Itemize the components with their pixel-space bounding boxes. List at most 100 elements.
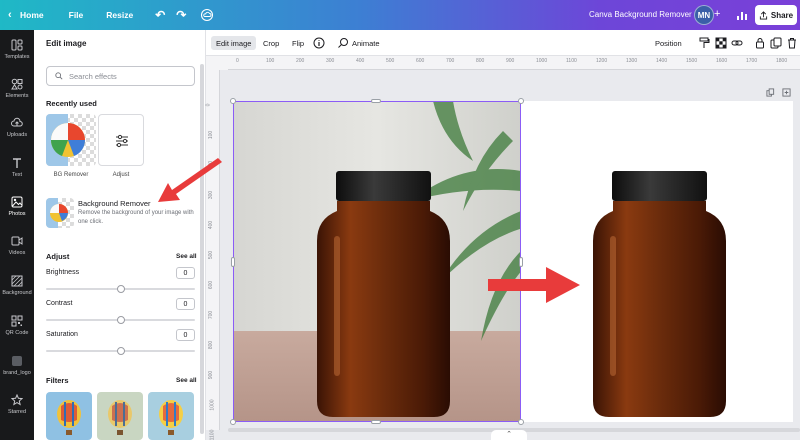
ruler-corner: [206, 56, 228, 70]
resize-handle[interactable]: [371, 99, 381, 103]
paint-roller-icon[interactable]: [698, 37, 710, 49]
beach-ball-image: [46, 114, 96, 166]
rail-label: Elements: [5, 93, 29, 99]
filters-see-all-link[interactable]: See all: [176, 377, 197, 384]
ruler-tick-label: 200: [296, 58, 305, 64]
rail-label: Starred: [7, 409, 27, 415]
rail-label: QR Code: [5, 330, 29, 336]
share-icon: [759, 10, 767, 20]
insights-icon[interactable]: [735, 8, 749, 22]
resize-handle[interactable]: [518, 98, 524, 104]
ruler-tick-label: 600: [208, 280, 215, 290]
search-icon: [55, 72, 63, 80]
delete-icon[interactable]: [786, 37, 798, 49]
resize-handle[interactable]: [230, 419, 236, 425]
slider-handle[interactable]: [116, 285, 125, 293]
background-remover-description: Remove the background of your image with…: [78, 210, 194, 225]
resize-menu[interactable]: Resize: [106, 0, 133, 30]
filter-thumbnail[interactable]: [46, 392, 92, 440]
red-arrow-annotation: [488, 267, 580, 303]
rail-item-photos[interactable]: Photos: [0, 196, 34, 217]
photos-icon: [11, 196, 23, 208]
rail-item-text[interactable]: Text: [0, 157, 34, 178]
undo-icon[interactable]: ↶: [155, 0, 165, 30]
add-page-icon[interactable]: [782, 88, 791, 97]
text-icon: [13, 158, 21, 168]
link-icon[interactable]: [731, 37, 743, 49]
transparency-icon[interactable]: [715, 37, 727, 49]
adjust-label: Adjust: [112, 172, 130, 178]
plus-icon[interactable]: +: [714, 8, 720, 20]
saturation-value[interactable]: 0: [176, 329, 195, 341]
brightness-value[interactable]: 0: [176, 267, 195, 279]
ruler-tick-label: 1800: [776, 58, 788, 64]
ruler-tick-label: 100: [208, 130, 215, 140]
avatar[interactable]: MN: [694, 5, 714, 25]
ruler-tick-label: 1100: [566, 58, 577, 64]
animate-button[interactable]: Animate: [352, 36, 380, 50]
filter-thumbnail[interactable]: [148, 392, 194, 440]
document-title[interactable]: Canva Background Remover: [589, 10, 692, 19]
rail-label: Text: [11, 172, 23, 178]
info-icon[interactable]: [313, 37, 325, 49]
background-removed-photo[interactable]: [522, 101, 793, 422]
lock-icon[interactable]: [754, 37, 766, 49]
uploads-icon: [11, 117, 23, 127]
rail-item-brand-logo[interactable]: brand_logo: [0, 355, 34, 376]
ruler-tick-label: 700: [446, 58, 455, 64]
ruler-tick-label: 900: [208, 370, 215, 380]
resize-handle[interactable]: [518, 419, 524, 425]
star-icon: [11, 394, 23, 406]
rail-item-uploads[interactable]: Uploads: [0, 117, 34, 138]
crop-button[interactable]: Crop: [263, 36, 279, 50]
resize-handle[interactable]: [230, 98, 236, 104]
copy-page-icon[interactable]: [766, 88, 775, 97]
background-remover-title[interactable]: Background Remover: [78, 199, 151, 208]
animate-icon: [338, 38, 348, 48]
rail-item-elements[interactable]: Elements: [0, 78, 34, 99]
redo-icon[interactable]: ↷: [176, 0, 186, 30]
horizontal-ruler: 0 100 200 300 400 500 600 700 800 900 1000 1100 1200…: [228, 56, 800, 70]
balloon-image: [46, 392, 92, 440]
adjust-thumbnail[interactable]: [98, 114, 144, 166]
rail-label: Background: [2, 290, 32, 296]
duplicate-icon[interactable]: [770, 37, 782, 49]
home-menu[interactable]: Home: [20, 0, 44, 30]
search-input[interactable]: [69, 71, 179, 81]
panel-scrollbar[interactable]: [200, 64, 204, 434]
filter-thumbnail[interactable]: [97, 392, 143, 440]
rail-label: brand_logo: [3, 370, 31, 376]
rail-item-qr-code[interactable]: QR Code: [0, 315, 34, 336]
adjust-see-all-link[interactable]: See all: [176, 253, 197, 260]
contrast-slider[interactable]: [46, 316, 195, 324]
flip-button[interactable]: Flip: [292, 36, 304, 50]
share-button[interactable]: Share: [755, 5, 797, 25]
resize-handle[interactable]: [371, 420, 381, 424]
beach-ball-small-image: [46, 198, 74, 228]
position-button[interactable]: Position: [655, 36, 682, 50]
file-menu[interactable]: File: [69, 0, 84, 30]
ruler-tick-label: 500: [386, 58, 395, 64]
rail-item-videos[interactable]: Videos: [0, 235, 34, 256]
background-remover-thumbnail[interactable]: [46, 198, 74, 228]
slider-handle[interactable]: [116, 347, 125, 355]
ruler-tick-label: 1500: [686, 58, 698, 64]
saturation-slider[interactable]: [46, 347, 195, 355]
rail-item-templates[interactable]: Templates: [0, 39, 34, 60]
contrast-label: Contrast: [46, 300, 73, 307]
chevron-up-icon[interactable]: ⌃: [491, 430, 527, 440]
balloon-image: [148, 392, 194, 440]
edit-image-panel: Edit image Recently used BG Remover Adju…: [34, 30, 206, 440]
resize-handle[interactable]: [231, 257, 235, 267]
brightness-slider[interactable]: [46, 285, 195, 293]
chevron-left-icon[interactable]: ‹: [8, 0, 18, 30]
contrast-value[interactable]: 0: [176, 298, 195, 310]
edit-image-button[interactable]: Edit image: [211, 36, 257, 50]
cloud-saved-icon[interactable]: [200, 8, 214, 22]
bg-remover-thumbnail[interactable]: [46, 114, 96, 166]
rail-item-starred[interactable]: Starred: [0, 394, 34, 415]
selection-frame[interactable]: [233, 101, 521, 422]
search-field[interactable]: [46, 66, 195, 86]
slider-handle[interactable]: [116, 316, 125, 324]
rail-item-background[interactable]: Background: [0, 275, 34, 296]
